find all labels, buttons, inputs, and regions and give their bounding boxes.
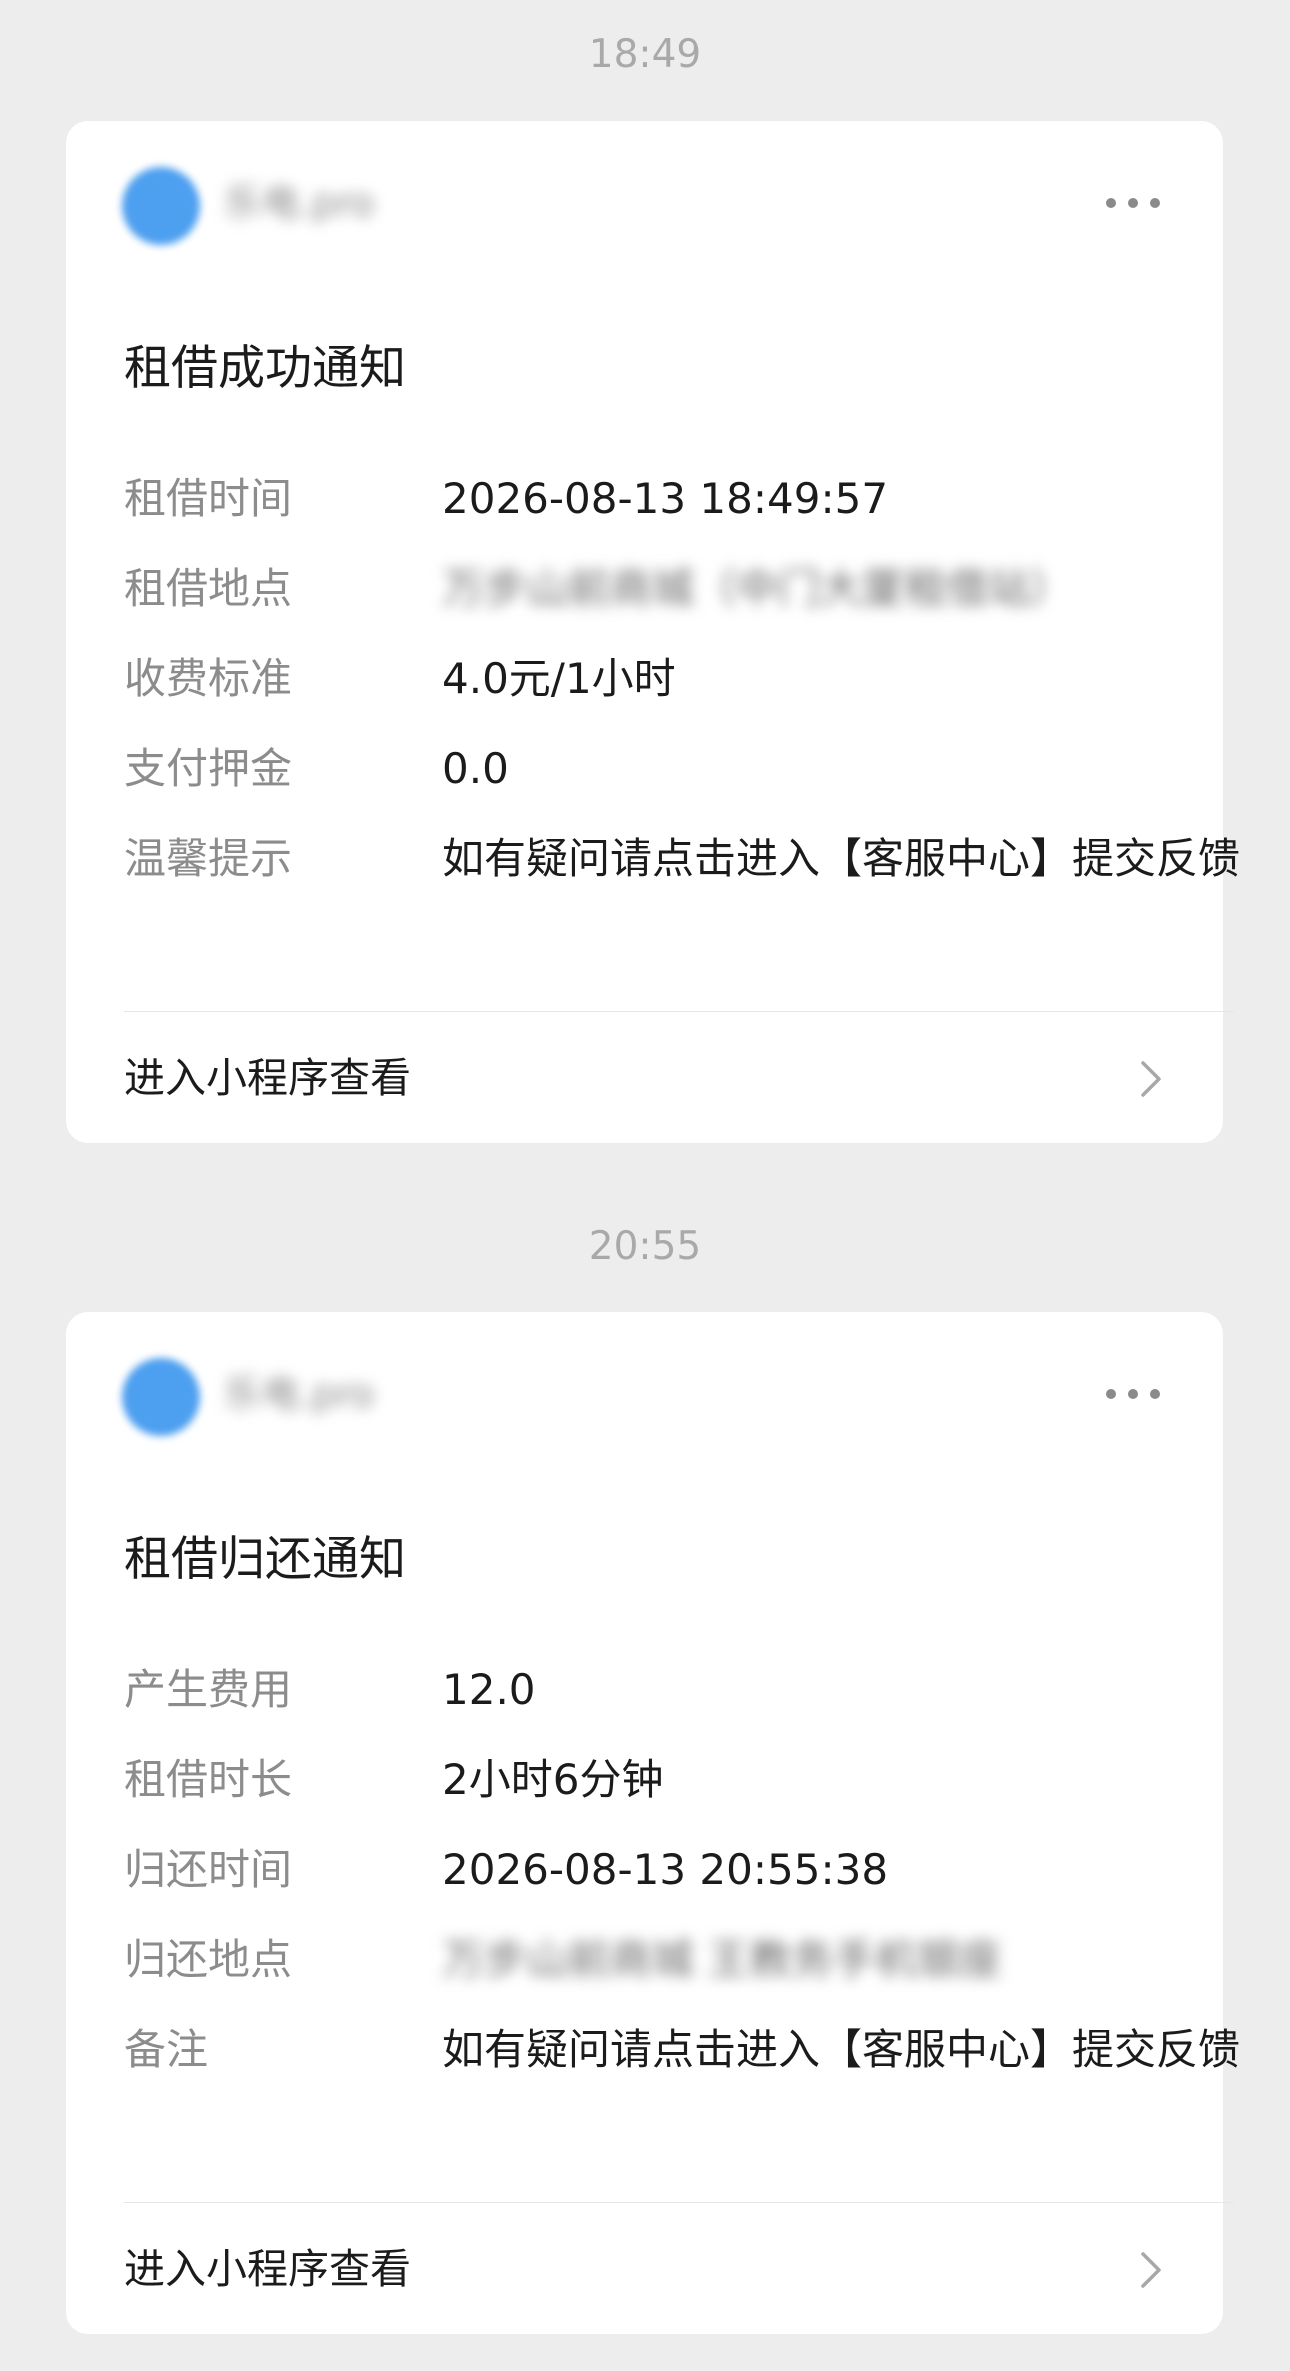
field-label: 支付押金 — [124, 744, 293, 793]
notification-card-rental-return[interactable]: 乐电.pro 租借归还通知 产生费用 12.0 租借时长 2小时6分钟 归还时间… — [66, 1312, 1240, 2334]
field-label: 租借地点 — [124, 564, 293, 613]
field-value: 12.0 — [442, 1665, 536, 1714]
open-mini-program-link[interactable]: 进入小程序查看 — [66, 1012, 1223, 1142]
field-label: 备注 — [124, 2025, 209, 2074]
more-dots-icon[interactable] — [1105, 1388, 1161, 1400]
open-mini-program-label: 进入小程序查看 — [124, 2245, 411, 2293]
open-mini-program-label: 进入小程序查看 — [124, 1054, 411, 1102]
message-timestamp: 18:49 — [588, 32, 702, 77]
field-label: 归还地点 — [124, 1935, 293, 1984]
sender-avatar[interactable] — [122, 1358, 200, 1436]
sender-name[interactable]: 乐电.pro — [224, 179, 374, 227]
field-label: 租借时长 — [124, 1755, 293, 1804]
sender-name[interactable]: 乐电.pro — [224, 1370, 374, 1418]
open-mini-program-link[interactable]: 进入小程序查看 — [66, 2203, 1223, 2333]
message-timestamp: 20:55 — [588, 1224, 702, 1269]
field-value: 2026-08-13 18:49:57 — [442, 474, 889, 523]
card-title: 租借成功通知 — [124, 341, 406, 396]
card-title: 租借归还通知 — [124, 1532, 406, 1587]
field-value-redacted: 万步山前商城 王教务手机银座 — [442, 1935, 1002, 1984]
field-value-redacted: 万步山前商城（中门大厦租借站） — [442, 564, 1073, 613]
field-value: 4.0元/1小时 — [442, 654, 676, 703]
field-value: 如有疑问请点击进入【客服中心】提交反馈 — [442, 2025, 1241, 2074]
sender-avatar[interactable] — [122, 167, 200, 245]
card-header: 乐电.pro — [66, 121, 1223, 281]
chevron-right-icon — [1141, 1061, 1161, 1097]
field-label: 租借时间 — [124, 474, 293, 523]
field-value: 2小时6分钟 — [442, 1755, 664, 1804]
more-dots-icon[interactable] — [1105, 197, 1161, 209]
chevron-right-icon — [1141, 2252, 1161, 2288]
field-label: 收费标准 — [124, 654, 293, 703]
field-label: 温馨提示 — [124, 834, 293, 883]
notification-card-rental-success[interactable]: 乐电.pro 租借成功通知 租借时间 2026-08-13 18:49:57 租… — [66, 121, 1240, 1143]
card-header: 乐电.pro — [66, 1312, 1223, 1472]
field-value: 如有疑问请点击进入【客服中心】提交反馈 — [442, 834, 1241, 883]
field-value: 0.0 — [442, 744, 509, 793]
field-label: 产生费用 — [124, 1665, 293, 1714]
field-value: 2026-08-13 20:55:38 — [442, 1845, 889, 1894]
field-label: 归还时间 — [124, 1845, 293, 1894]
